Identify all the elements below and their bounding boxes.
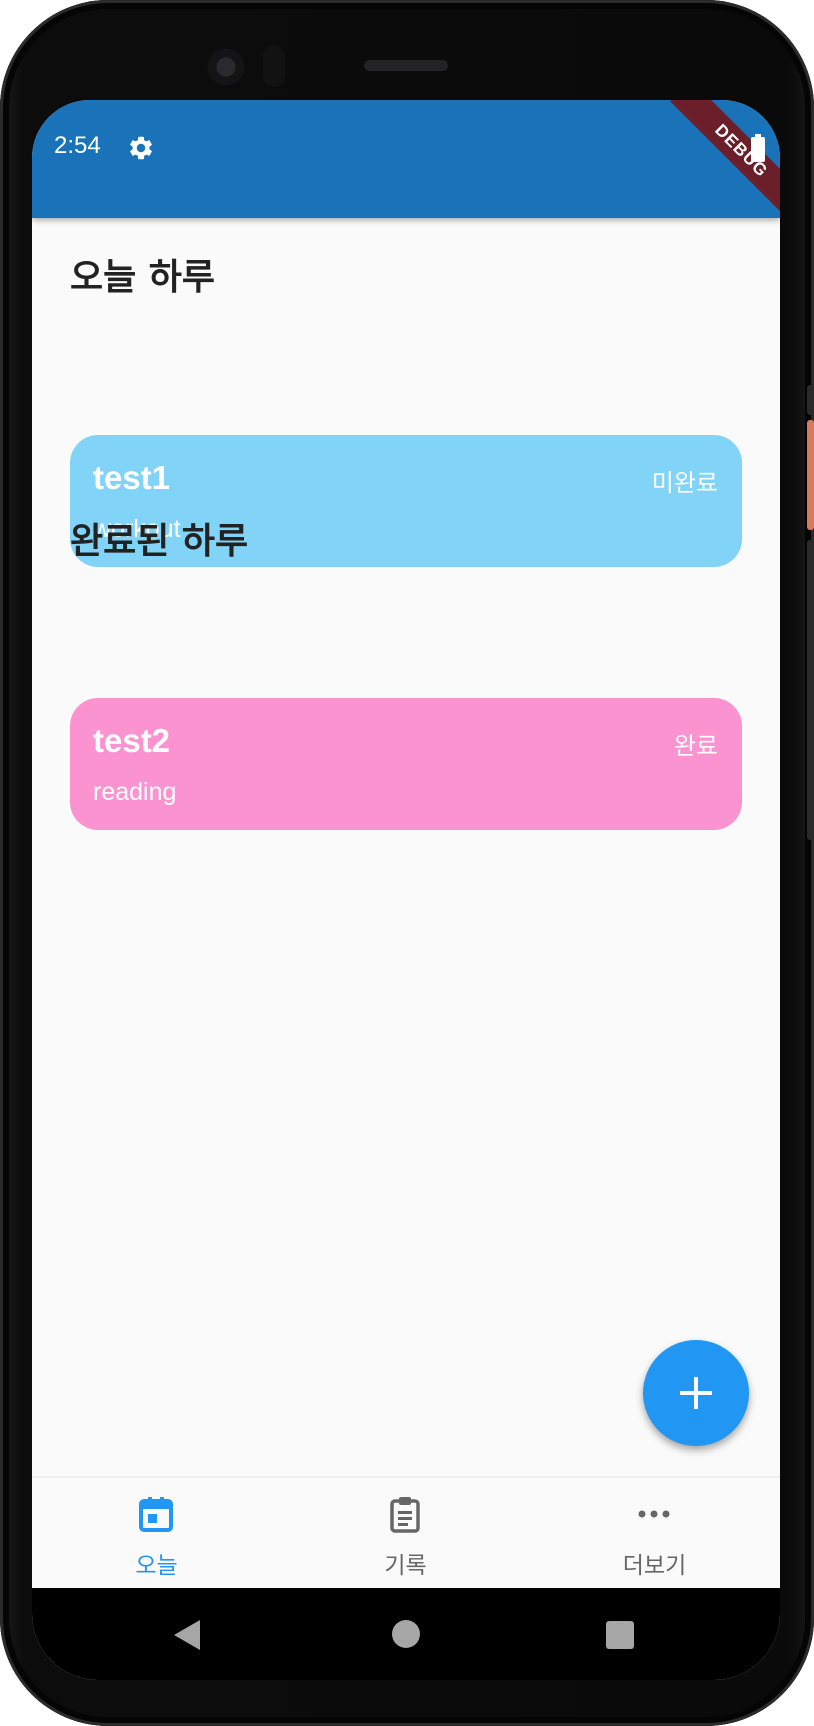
power-button [807, 420, 814, 530]
battery-icon [751, 134, 765, 162]
status-time: 2:54 [54, 132, 101, 159]
card-status: 미완료 [651, 469, 718, 497]
today-section-title: 오늘 하루 [70, 257, 216, 298]
system-navigation-bar [32, 1588, 780, 1680]
bottom-navigation: 오늘 기록 더보기 [32, 1476, 780, 1590]
gear-icon [130, 136, 152, 160]
completed-section-title: 완료된 하루 [70, 521, 249, 562]
volume-button [807, 540, 814, 840]
card-title: test1 [93, 459, 171, 496]
nav-label: 기록 [384, 1553, 427, 1579]
proximity-sensor [263, 45, 285, 87]
nav-item-more[interactable]: 더보기 [530, 1478, 779, 1590]
card-status: 완료 [673, 732, 718, 760]
card-subtitle: reading [93, 778, 177, 806]
nav-item-records[interactable]: 기록 [281, 1478, 530, 1590]
front-camera [207, 48, 245, 86]
plus-icon [680, 1377, 712, 1409]
recents-icon[interactable] [606, 1621, 634, 1649]
earpiece-speaker [364, 60, 448, 71]
side-button [807, 385, 814, 415]
more-horiz-icon [638, 1510, 670, 1518]
back-icon[interactable] [174, 1620, 202, 1650]
nav-item-today[interactable]: 오늘 [32, 1478, 281, 1590]
completed-card[interactable]: test2 완료 reading [70, 698, 742, 830]
card-title: test2 [93, 722, 171, 759]
app-screen: 2:54 DEBUG 오늘 하루 test1 미완료 workout 완료된 하… [32, 100, 780, 1680]
app-bar: 2:54 DEBUG [32, 100, 780, 222]
nav-label: 더보기 [622, 1553, 687, 1579]
calendar-icon [139, 1497, 173, 1532]
phone-frame: 2:54 DEBUG 오늘 하루 test1 미완료 workout 완료된 하… [0, 0, 814, 1726]
nav-label: 오늘 [135, 1553, 178, 1579]
home-icon[interactable] [392, 1620, 420, 1648]
clipboard-icon [390, 1497, 420, 1533]
add-button[interactable] [643, 1340, 749, 1446]
